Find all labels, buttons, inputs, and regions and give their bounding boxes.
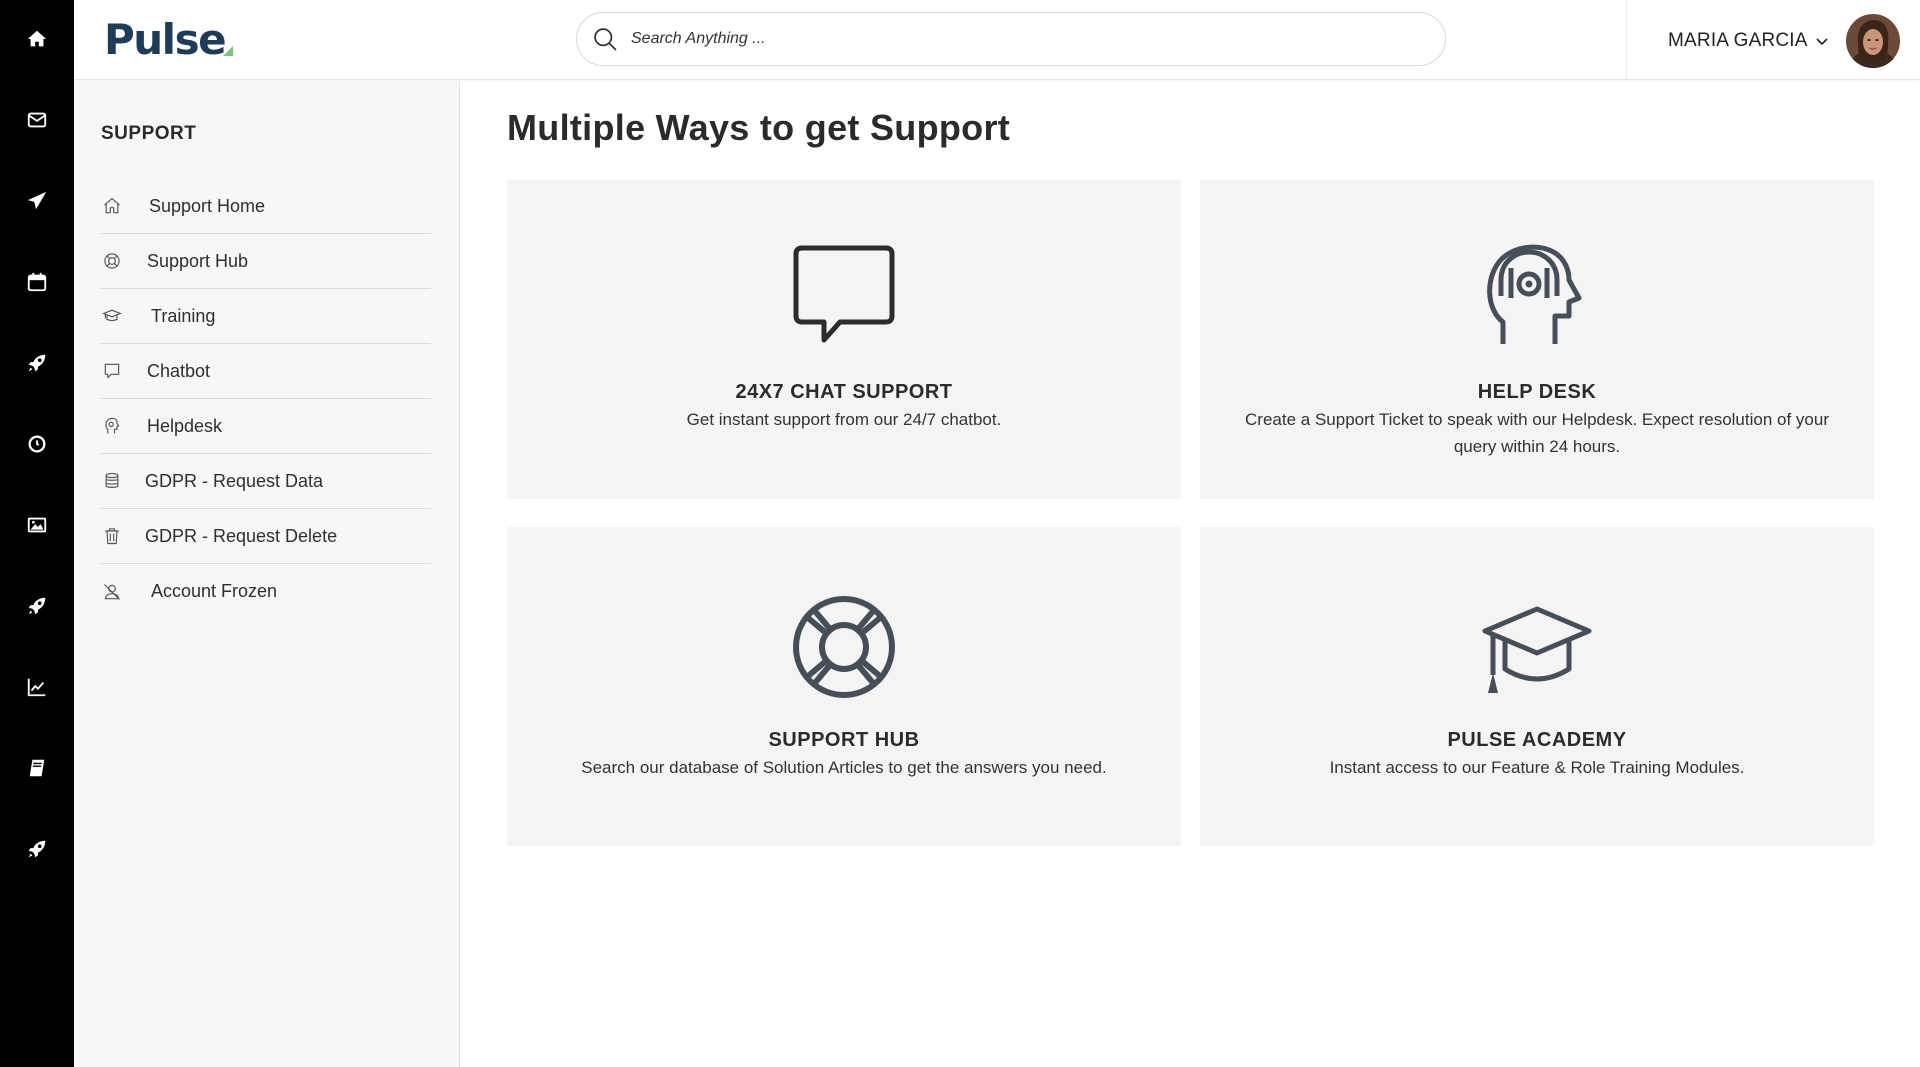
chevron-down-icon	[1816, 38, 1828, 46]
chat-bubble-icon	[104, 363, 120, 379]
icon-rail	[0, 0, 74, 1067]
card-title: 24X7 CHAT SUPPORT	[735, 381, 953, 403]
image-icon	[27, 517, 47, 533]
sidebar-item-support-home[interactable]: Support Home	[101, 179, 431, 234]
rail-rocket-2[interactable]	[0, 581, 74, 631]
home-icon	[104, 197, 120, 214]
search-input[interactable]	[631, 30, 1411, 48]
sidebar-item-label: Support Hub	[147, 250, 249, 271]
graduation-cap-icon	[1482, 606, 1592, 693]
sidebar-item-chatbot[interactable]: Chatbot	[101, 344, 431, 399]
user-avatar-image	[1846, 14, 1900, 68]
search-bar[interactable]	[576, 12, 1446, 66]
sidebar-item-label: Chatbot	[147, 360, 211, 381]
chat-bubble-icon	[793, 245, 895, 343]
rail-send[interactable]	[0, 176, 74, 226]
headset-head-icon	[1487, 244, 1582, 344]
card-title: SUPPORT HUB	[768, 729, 920, 751]
lifebuoy-icon	[104, 253, 120, 269]
card-description: Create a Support Ticket to speak with ou…	[1245, 410, 1829, 456]
graduation-cap-icon	[102, 309, 122, 322]
rail-chart[interactable]	[0, 662, 74, 712]
rocket-icon	[28, 354, 46, 372]
card-title: HELP DESK	[1477, 381, 1597, 403]
home-icon	[27, 30, 47, 47]
rail-image[interactable]	[0, 500, 74, 550]
support-sidebar: SUPPORT Support Home Support Hub Trainin…	[74, 81, 460, 1067]
sidebar-item-label: GDPR - Request Delete	[145, 525, 338, 546]
book-icon	[29, 759, 45, 777]
sidebar-item-gdpr-request-data[interactable]: GDPR - Request Data	[101, 454, 431, 509]
search-icon	[594, 28, 617, 51]
rail-rocket-3[interactable]	[0, 824, 74, 874]
logo-text: Pulse	[104, 15, 227, 64]
calendar-icon	[27, 272, 47, 292]
trash-icon	[105, 528, 119, 545]
card-description: Search our database of Solution Articles…	[581, 758, 1107, 777]
card-pulse-academy[interactable]: PULSE ACADEMY Instant access to our Feat…	[1200, 527, 1874, 846]
card-description: Instant access to our Feature & Role Tra…	[1329, 758, 1745, 777]
user-slash-icon	[104, 583, 120, 600]
sidebar-item-label: Support Home	[149, 195, 266, 216]
rocket-icon	[28, 597, 46, 615]
main-content: Multiple Ways to get Support 24X7 CHAT S…	[460, 81, 1920, 1067]
sidebar-title: SUPPORT	[101, 123, 197, 144]
pulse-logo[interactable]: Pulse	[104, 14, 234, 66]
card-description: Get instant support from our 24/7 chatbo…	[686, 410, 1002, 429]
headset-head-icon	[105, 417, 120, 434]
card-title: PULSE ACADEMY	[1447, 729, 1627, 751]
card-help-desk[interactable]: HELP DESK Create a Support Ticket to spe…	[1200, 180, 1874, 499]
rail-home[interactable]	[0, 14, 74, 64]
logo-accent-mark	[223, 46, 234, 56]
sidebar-item-label: Account Frozen	[151, 581, 278, 601]
avatar[interactable]	[1846, 14, 1900, 68]
sidebar-item-account-frozen[interactable]: Account Frozen	[101, 564, 431, 619]
rail-mail[interactable]	[0, 95, 74, 145]
user-menu-toggle[interactable]: MARIA GARCIA	[1668, 26, 1830, 56]
clock-icon	[28, 435, 46, 453]
lifebuoy-icon	[793, 596, 895, 698]
rail-calendar[interactable]	[0, 257, 74, 307]
rail-rocket-1[interactable]	[0, 338, 74, 388]
line-chart-icon	[27, 678, 46, 697]
card-support-hub[interactable]: SUPPORT HUB Search our database of Solut…	[507, 527, 1181, 846]
page-title: Multiple Ways to get Support	[507, 107, 1011, 148]
sidebar-item-label: Helpdesk	[147, 415, 223, 436]
send-icon	[27, 191, 47, 210]
sidebar-item-gdpr-request-delete[interactable]: GDPR - Request Delete	[101, 509, 431, 564]
sidebar-item-training[interactable]: Training	[101, 289, 431, 344]
sidebar-item-label: GDPR - Request Data	[145, 470, 324, 491]
sidebar-item-support-hub[interactable]: Support Hub	[101, 234, 431, 289]
database-icon	[105, 472, 119, 488]
rail-book[interactable]	[0, 743, 74, 793]
top-header: Pulse MARIA GARCIA	[74, 0, 1920, 80]
rocket-icon	[28, 840, 46, 858]
sidebar-item-helpdesk[interactable]: Helpdesk	[101, 399, 431, 454]
sidebar-item-label: Training	[151, 305, 216, 326]
user-name: MARIA GARCIA	[1668, 30, 1808, 51]
sidebar-nav-list: Support Home Support Hub Training Chatbo…	[101, 179, 431, 619]
header-divider	[1626, 0, 1627, 80]
mail-icon	[27, 112, 47, 128]
rail-clock[interactable]	[0, 419, 74, 469]
card-chat-support[interactable]: 24X7 CHAT SUPPORT Get instant support fr…	[507, 180, 1181, 499]
